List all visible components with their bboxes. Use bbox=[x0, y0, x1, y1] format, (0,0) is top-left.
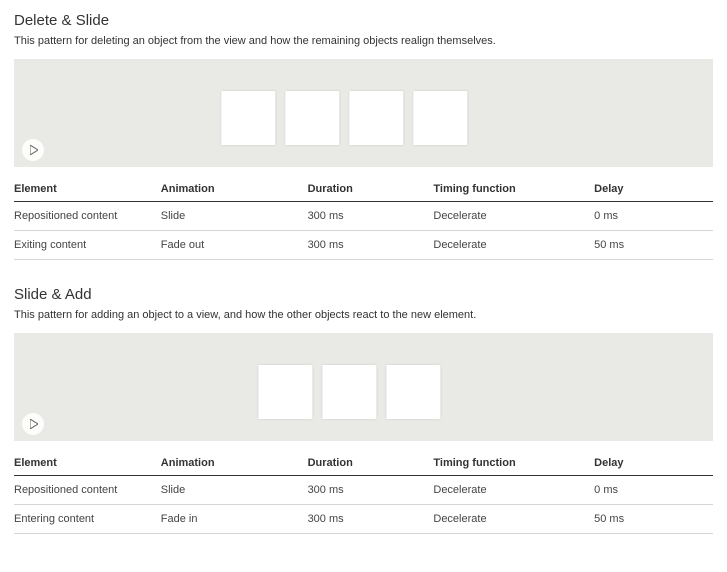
play-icon bbox=[30, 419, 38, 429]
cell-delay: 50 ms bbox=[594, 505, 713, 534]
cell-delay: 50 ms bbox=[594, 231, 713, 260]
table-header: Timing function bbox=[433, 451, 594, 476]
cell-timing: Decelerate bbox=[433, 202, 594, 231]
cell-animation: Fade in bbox=[161, 505, 308, 534]
preview-card bbox=[285, 91, 339, 145]
table-header: Delay bbox=[594, 451, 713, 476]
table-row: Repositioned content Slide 300 ms Decele… bbox=[14, 476, 713, 505]
animation-spec-table: Element Animation Duration Timing functi… bbox=[14, 451, 713, 534]
cell-animation: Fade out bbox=[161, 231, 308, 260]
cell-duration: 300 ms bbox=[308, 476, 434, 505]
table-header: Duration bbox=[308, 451, 434, 476]
table-header: Element bbox=[14, 451, 161, 476]
table-header: Delay bbox=[594, 177, 713, 202]
animation-spec-table: Element Animation Duration Timing functi… bbox=[14, 177, 713, 260]
table-header: Animation bbox=[161, 177, 308, 202]
preview-cards bbox=[258, 365, 440, 419]
play-button[interactable] bbox=[22, 139, 44, 161]
table-header: Duration bbox=[308, 177, 434, 202]
preview-card bbox=[258, 365, 312, 419]
cell-element: Repositioned content bbox=[14, 476, 161, 505]
table-header: Timing function bbox=[433, 177, 594, 202]
cell-delay: 0 ms bbox=[594, 202, 713, 231]
cell-duration: 300 ms bbox=[308, 505, 434, 534]
table-row: Exiting content Fade out 300 ms Decelera… bbox=[14, 231, 713, 260]
cell-element: Repositioned content bbox=[14, 202, 161, 231]
table-header: Animation bbox=[161, 451, 308, 476]
section-description: This pattern for adding an object to a v… bbox=[14, 309, 713, 321]
section-description: This pattern for deleting an object from… bbox=[14, 35, 713, 47]
section-title: Slide & Add bbox=[14, 286, 713, 303]
cell-timing: Decelerate bbox=[433, 231, 594, 260]
table-row: Entering content Fade in 300 ms Decelera… bbox=[14, 505, 713, 534]
cell-element: Exiting content bbox=[14, 231, 161, 260]
preview-card bbox=[322, 365, 376, 419]
section-title: Delete & Slide bbox=[14, 12, 713, 29]
cell-timing: Decelerate bbox=[433, 476, 594, 505]
cell-duration: 300 ms bbox=[308, 202, 434, 231]
animation-preview bbox=[14, 59, 713, 167]
preview-card bbox=[349, 91, 403, 145]
play-button[interactable] bbox=[22, 413, 44, 435]
cell-animation: Slide bbox=[161, 476, 308, 505]
cell-delay: 0 ms bbox=[594, 476, 713, 505]
animation-preview bbox=[14, 333, 713, 441]
preview-cards bbox=[221, 91, 467, 145]
cell-timing: Decelerate bbox=[433, 505, 594, 534]
preview-card bbox=[221, 91, 275, 145]
cell-duration: 300 ms bbox=[308, 231, 434, 260]
cell-animation: Slide bbox=[161, 202, 308, 231]
play-icon bbox=[30, 145, 38, 155]
table-row: Repositioned content Slide 300 ms Decele… bbox=[14, 202, 713, 231]
preview-card bbox=[386, 365, 440, 419]
cell-element: Entering content bbox=[14, 505, 161, 534]
preview-card bbox=[413, 91, 467, 145]
table-header: Element bbox=[14, 177, 161, 202]
